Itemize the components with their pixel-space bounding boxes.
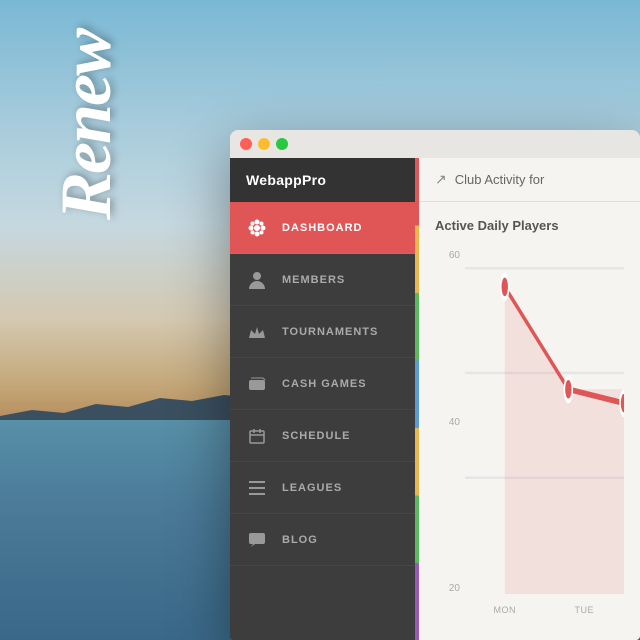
sidebar-item-label: BLOG — [282, 534, 318, 546]
x-label-mon: MON — [465, 599, 545, 624]
chart-svg — [465, 245, 624, 594]
calendar-icon — [246, 425, 268, 447]
renew-logo: Renew — [50, 30, 122, 220]
main-content: ↗ Club Activity for Active Daily Players… — [419, 158, 640, 640]
minimize-button[interactable] — [258, 138, 270, 150]
y-axis-labels: 60 40 20 — [435, 245, 460, 594]
title-bar — [230, 130, 640, 158]
chart-area: Active Daily Players 60 40 20 — [419, 202, 640, 640]
brand-logo: WebappPro — [246, 172, 326, 188]
sidebar-item-label: LEAGUES — [282, 482, 342, 494]
sidebar-item-members[interactable]: MEMBERS — [230, 254, 415, 306]
x-label-tue: TUE — [545, 599, 625, 624]
sidebar-item-dashboard[interactable]: DASHBOARD — [230, 202, 415, 254]
sidebar: WebappPro — [230, 158, 415, 640]
sidebar-item-label: DASHBOARD — [282, 222, 363, 234]
app-body: WebappPro — [230, 158, 640, 640]
sidebar-item-cash-games[interactable]: CASH GAMES — [230, 358, 415, 410]
sidebar-item-blog[interactable]: BLOG — [230, 514, 415, 566]
x-axis-labels: MON TUE — [465, 599, 624, 624]
app-window: WebappPro — [230, 130, 640, 640]
brand-plain: Webapp — [246, 172, 302, 188]
sidebar-item-label: MEMBERS — [282, 274, 345, 286]
sidebar-item-label: TOURNAMENTS — [282, 326, 378, 338]
trend-icon: ↗ — [435, 171, 447, 188]
comment-icon — [246, 529, 268, 551]
sidebar-nav: DASHBOARD MEMBERS — [230, 202, 415, 640]
close-button[interactable] — [240, 138, 252, 150]
sidebar-item-label: CASH GAMES — [282, 378, 367, 390]
crown-icon — [246, 321, 268, 343]
sidebar-item-label: SCHEDULE — [282, 430, 351, 442]
wallet-icon — [246, 373, 268, 395]
brand-bold: Pro — [302, 172, 326, 188]
flower-icon — [246, 217, 268, 239]
y-label-40: 40 — [435, 417, 460, 428]
sidebar-item-tournaments[interactable]: TOURNAMENTS — [230, 306, 415, 358]
list-icon — [246, 477, 268, 499]
chart-title: Active Daily Players — [435, 218, 624, 233]
sidebar-item-schedule[interactable]: SCHEDULE — [230, 410, 415, 462]
content-title: Club Activity for — [455, 172, 545, 187]
chart-container: 60 40 20 — [435, 245, 624, 624]
sidebar-item-leagues[interactable]: LEAGUES — [230, 462, 415, 514]
user-icon — [246, 269, 268, 291]
y-label-60: 60 — [435, 250, 460, 261]
y-label-20: 20 — [435, 583, 460, 594]
maximize-button[interactable] — [276, 138, 288, 150]
content-header: ↗ Club Activity for — [419, 158, 640, 202]
sidebar-header: WebappPro — [230, 158, 415, 202]
